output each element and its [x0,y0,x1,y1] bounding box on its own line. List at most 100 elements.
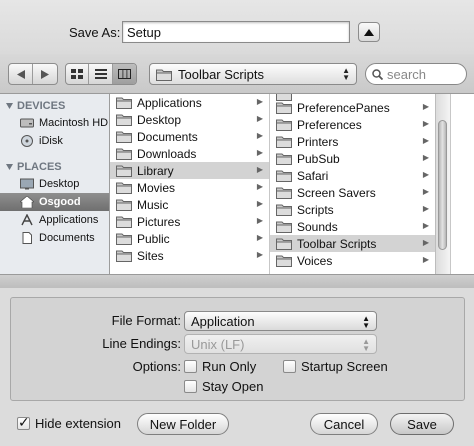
list-item[interactable]: Documents ▶ [110,128,269,145]
list-item[interactable]: PubSub ▶ [270,150,435,167]
list-item[interactable]: Desktop ▶ [110,111,269,128]
list-item[interactable]: Applications ▶ [110,94,269,111]
chevron-right-icon: ▶ [256,216,263,225]
sidebar: DEVICES Macintosh HD iDisk PLACES Deskto… [0,94,110,274]
folder-icon [276,136,292,148]
column-view-button[interactable] [112,64,136,84]
list-item[interactable]: Voices ▶ [270,252,435,269]
list-item[interactable]: Safari ▶ [270,167,435,184]
file-format-popup[interactable]: Application ▲ ▼ [184,311,377,331]
startup-screen-checkbox[interactable]: Startup Screen [283,359,388,374]
folder-icon [116,165,132,177]
chevron-right-icon: ▶ [422,255,429,264]
checkbox-box[interactable] [184,360,197,373]
scrollbar-thumb[interactable] [438,120,447,250]
save-as-input[interactable] [122,21,350,43]
chevron-right-icon: ▶ [422,119,429,128]
back-forward-control [8,63,58,85]
run-only-checkbox[interactable]: Run Only [184,359,256,374]
popup-arrows-icon: ▲ ▼ [362,337,370,353]
desktop-icon [20,178,34,190]
list-item[interactable]: Toolbar Scripts ▶ [270,235,435,252]
chevron-right-icon: ▶ [422,238,429,247]
popup-arrows-icon: ▲ ▼ [342,66,350,82]
browser-toolbar: Toolbar Scripts ▲ ▼ search [0,54,474,94]
list-item[interactable]: Downloads ▶ [110,145,269,162]
line-endings-label: Line Endings: [102,336,181,351]
list-view-button[interactable] [89,64,113,84]
location-popup-label: Toolbar Scripts [178,66,264,82]
chevron-right-icon: ▶ [422,170,429,179]
forward-arrow-icon [41,69,49,79]
hide-extension-checkbox[interactable]: Hide extension [17,414,121,431]
disclosure-triangle-icon [6,164,13,170]
icon-view-button[interactable] [66,64,90,84]
triangle-up-icon [364,28,374,36]
folder-icon [116,233,132,245]
devices-header[interactable]: DEVICES [6,100,65,112]
folder-icon [116,216,132,228]
list-item[interactable]: Music ▶ [110,196,269,213]
search-field[interactable]: search [365,63,467,85]
browser-column-library: PreferencePanes ▶ Preferences ▶ Printers ▶ … [270,94,435,274]
location-popup[interactable]: Toolbar Scripts ▲ ▼ [149,63,357,85]
new-folder-button[interactable]: New Folder [137,413,229,435]
list-item[interactable]: Public ▶ [110,230,269,247]
chevron-right-icon: ▶ [256,250,263,259]
list-item[interactable]: Preferences ▶ [270,116,435,133]
file-format-label: File Format: [111,313,181,328]
checkbox-box[interactable] [283,360,296,373]
cancel-button[interactable]: Cancel [310,413,378,435]
list-item[interactable]: Scripts ▶ [270,201,435,218]
sidebar-item-applications[interactable]: Applications [0,211,109,229]
list-item[interactable]: Movies ▶ [110,179,269,196]
chevron-right-icon: ▶ [422,136,429,145]
forward-button[interactable] [33,64,57,84]
search-icon [372,68,383,80]
collapse-dialog-button[interactable] [358,22,380,42]
options-label: Options: [132,359,181,374]
list-item[interactable]: Pictures ▶ [110,213,269,230]
chevron-right-icon: ▶ [256,182,263,191]
folder-icon [276,255,292,267]
columns-icon [117,69,131,79]
sidebar-item-desktop[interactable]: Desktop [0,175,109,193]
list-item[interactable]: Printers ▶ [270,133,435,150]
save-as-bar: Save As: [0,0,474,54]
chevron-right-icon: ▶ [422,204,429,213]
sidebar-item-osgood[interactable]: Osgood [0,193,109,211]
folder-icon [116,131,132,143]
line-endings-popup[interactable]: Unix (LF) ▲ ▼ [184,334,377,354]
sidebar-item-idisk[interactable]: iDisk [0,132,109,150]
checkbox-box[interactable] [17,414,30,431]
search-placeholder: search [387,66,427,82]
chevron-right-icon: ▶ [422,102,429,111]
folder-icon [156,69,172,81]
list-item[interactable]: Sounds ▶ [270,218,435,235]
folder-icon [276,170,292,182]
home-icon [20,196,34,208]
list-item[interactable]: Library ▶ [110,162,269,179]
sidebar-item-macintosh-hd[interactable]: Macintosh HD [0,114,109,132]
documents-icon [22,232,32,244]
applications-folder-icon [116,97,132,109]
hard-drive-icon [20,118,34,128]
sidebar-item-documents[interactable]: Documents [0,229,109,247]
folder-icon [116,250,132,262]
checkbox-box[interactable] [184,380,197,393]
save-button[interactable]: Save [390,413,454,435]
folder-icon [116,182,132,194]
chevron-right-icon: ▶ [422,153,429,162]
stay-open-checkbox[interactable]: Stay Open [184,379,263,394]
list-item[interactable]: Sites ▶ [110,247,269,264]
places-header[interactable]: PLACES [6,161,62,173]
chevron-right-icon: ▶ [422,221,429,230]
list-item[interactable]: Screen Savers ▶ [270,184,435,201]
icon-grid-icon [71,69,84,79]
resize-divider[interactable] [0,274,474,288]
back-button[interactable] [9,64,34,84]
save-options-panel: File Format: Application ▲ ▼ Line Endings… [10,297,465,401]
chevron-right-icon: ▶ [256,199,263,208]
list-item[interactable]: PreferencePanes ▶ [270,99,435,116]
disclosure-triangle-icon [6,103,13,109]
